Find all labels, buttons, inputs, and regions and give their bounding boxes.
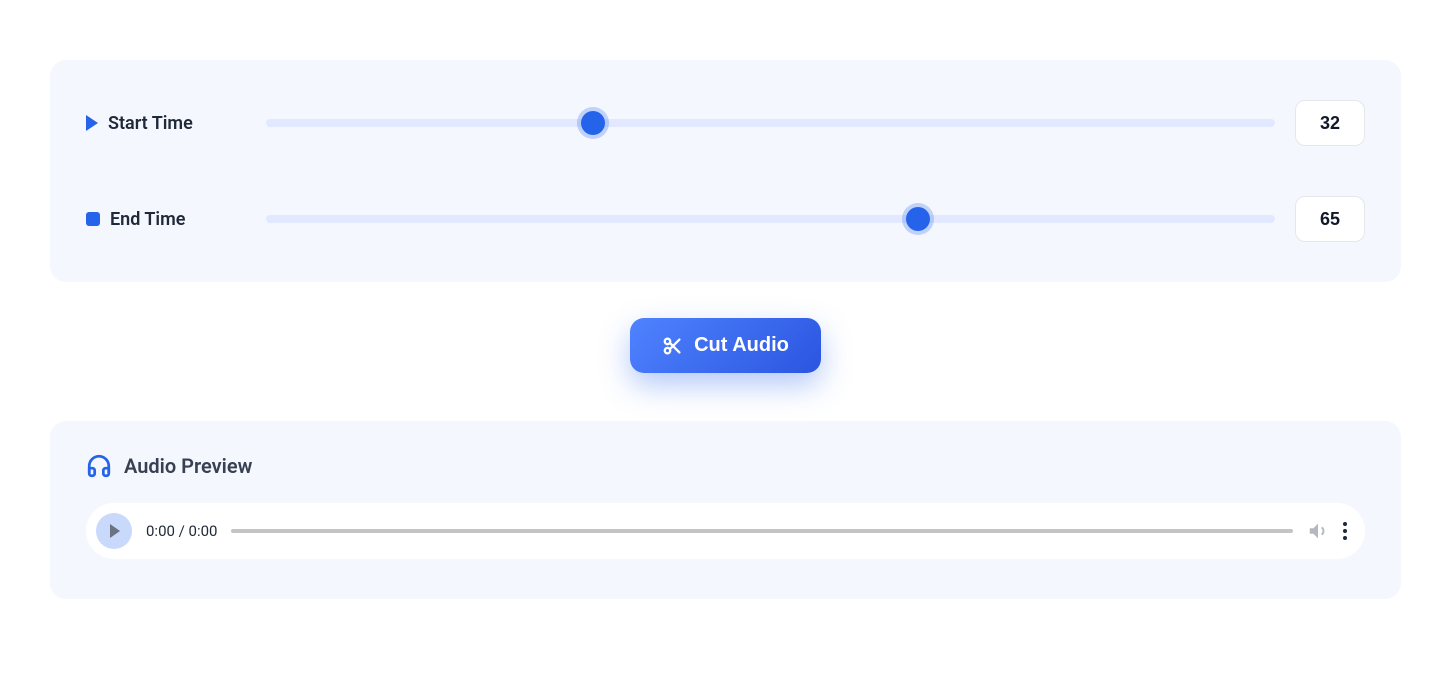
audio-player: 0:00 / 0:00 [86,503,1365,559]
cut-audio-button[interactable]: Cut Audio [630,318,821,373]
audio-play-button[interactable] [96,513,132,549]
end-time-input[interactable] [1295,196,1365,242]
audio-progress-bar[interactable] [231,529,1293,533]
audio-preview-panel: Audio Preview 0:00 / 0:00 [50,421,1401,599]
play-icon [86,115,98,131]
time-range-panel: Start Time End Time [50,60,1401,282]
end-time-slider-wrap [266,215,1275,223]
start-time-label: Start Time [108,113,193,134]
start-time-row: Start Time [86,100,1365,146]
end-time-label: End Time [110,209,185,230]
start-time-input[interactable] [1295,100,1365,146]
start-time-slider[interactable] [266,119,1275,127]
cut-button-row: Cut Audio [50,318,1401,373]
play-triangle-icon [110,524,120,538]
start-time-slider-wrap [266,119,1275,127]
cut-audio-label: Cut Audio [694,334,789,357]
preview-header: Audio Preview [86,453,1365,479]
headphones-icon [86,453,112,479]
audio-time-display: 0:00 / 0:00 [146,522,217,540]
stop-icon [86,212,100,226]
end-time-row: End Time [86,196,1365,242]
audio-more-menu[interactable] [1343,522,1347,540]
end-time-slider[interactable] [266,215,1275,223]
end-time-label-group: End Time [86,209,246,230]
volume-icon[interactable] [1307,520,1329,542]
preview-title: Audio Preview [124,454,252,478]
start-time-label-group: Start Time [86,113,246,134]
scissors-icon [662,335,684,357]
